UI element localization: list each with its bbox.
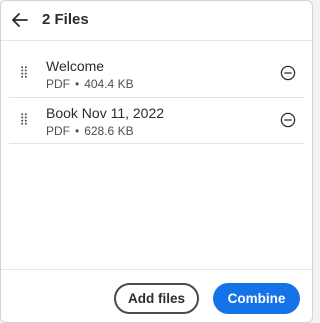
meta-separator: • [75, 77, 80, 91]
drag-handle-icon[interactable] [21, 113, 27, 125]
file-name: Welcome [46, 58, 105, 74]
minus-circle-icon [280, 112, 296, 128]
file-name: Book Nov 11, 2022 [46, 105, 165, 121]
combine-button[interactable]: Combine [213, 283, 300, 314]
file-meta: PDF • 628.6 KB [46, 124, 134, 138]
file-type: PDF [46, 124, 70, 138]
file-type: PDF [46, 77, 70, 91]
meta-separator: • [75, 124, 80, 138]
back-button[interactable] [9, 9, 31, 31]
header-bar: 2 Files [1, 1, 312, 41]
footer-bar: Add files Combine [1, 269, 312, 322]
file-list: Welcome PDF • 404.4 KB Book Nov 11, 2022… [1, 51, 312, 144]
arrow-left-icon [12, 13, 28, 27]
remove-file-button[interactable] [280, 112, 296, 128]
page-title: 2 Files [42, 11, 89, 28]
add-files-button[interactable]: Add files [114, 283, 199, 314]
drag-handle-icon[interactable] [21, 66, 27, 78]
file-row-welcome[interactable]: Welcome PDF • 404.4 KB [9, 51, 304, 98]
file-row-book[interactable]: Book Nov 11, 2022 PDF • 628.6 KB [9, 98, 304, 144]
file-size: 404.4 KB [84, 77, 134, 91]
combine-files-panel: 2 Files Welcome PDF • 404.4 KB Book Nov … [0, 0, 313, 323]
minus-circle-icon [280, 65, 296, 81]
remove-file-button[interactable] [280, 65, 296, 81]
file-meta: PDF • 404.4 KB [46, 77, 134, 91]
file-size: 628.6 KB [84, 124, 134, 138]
